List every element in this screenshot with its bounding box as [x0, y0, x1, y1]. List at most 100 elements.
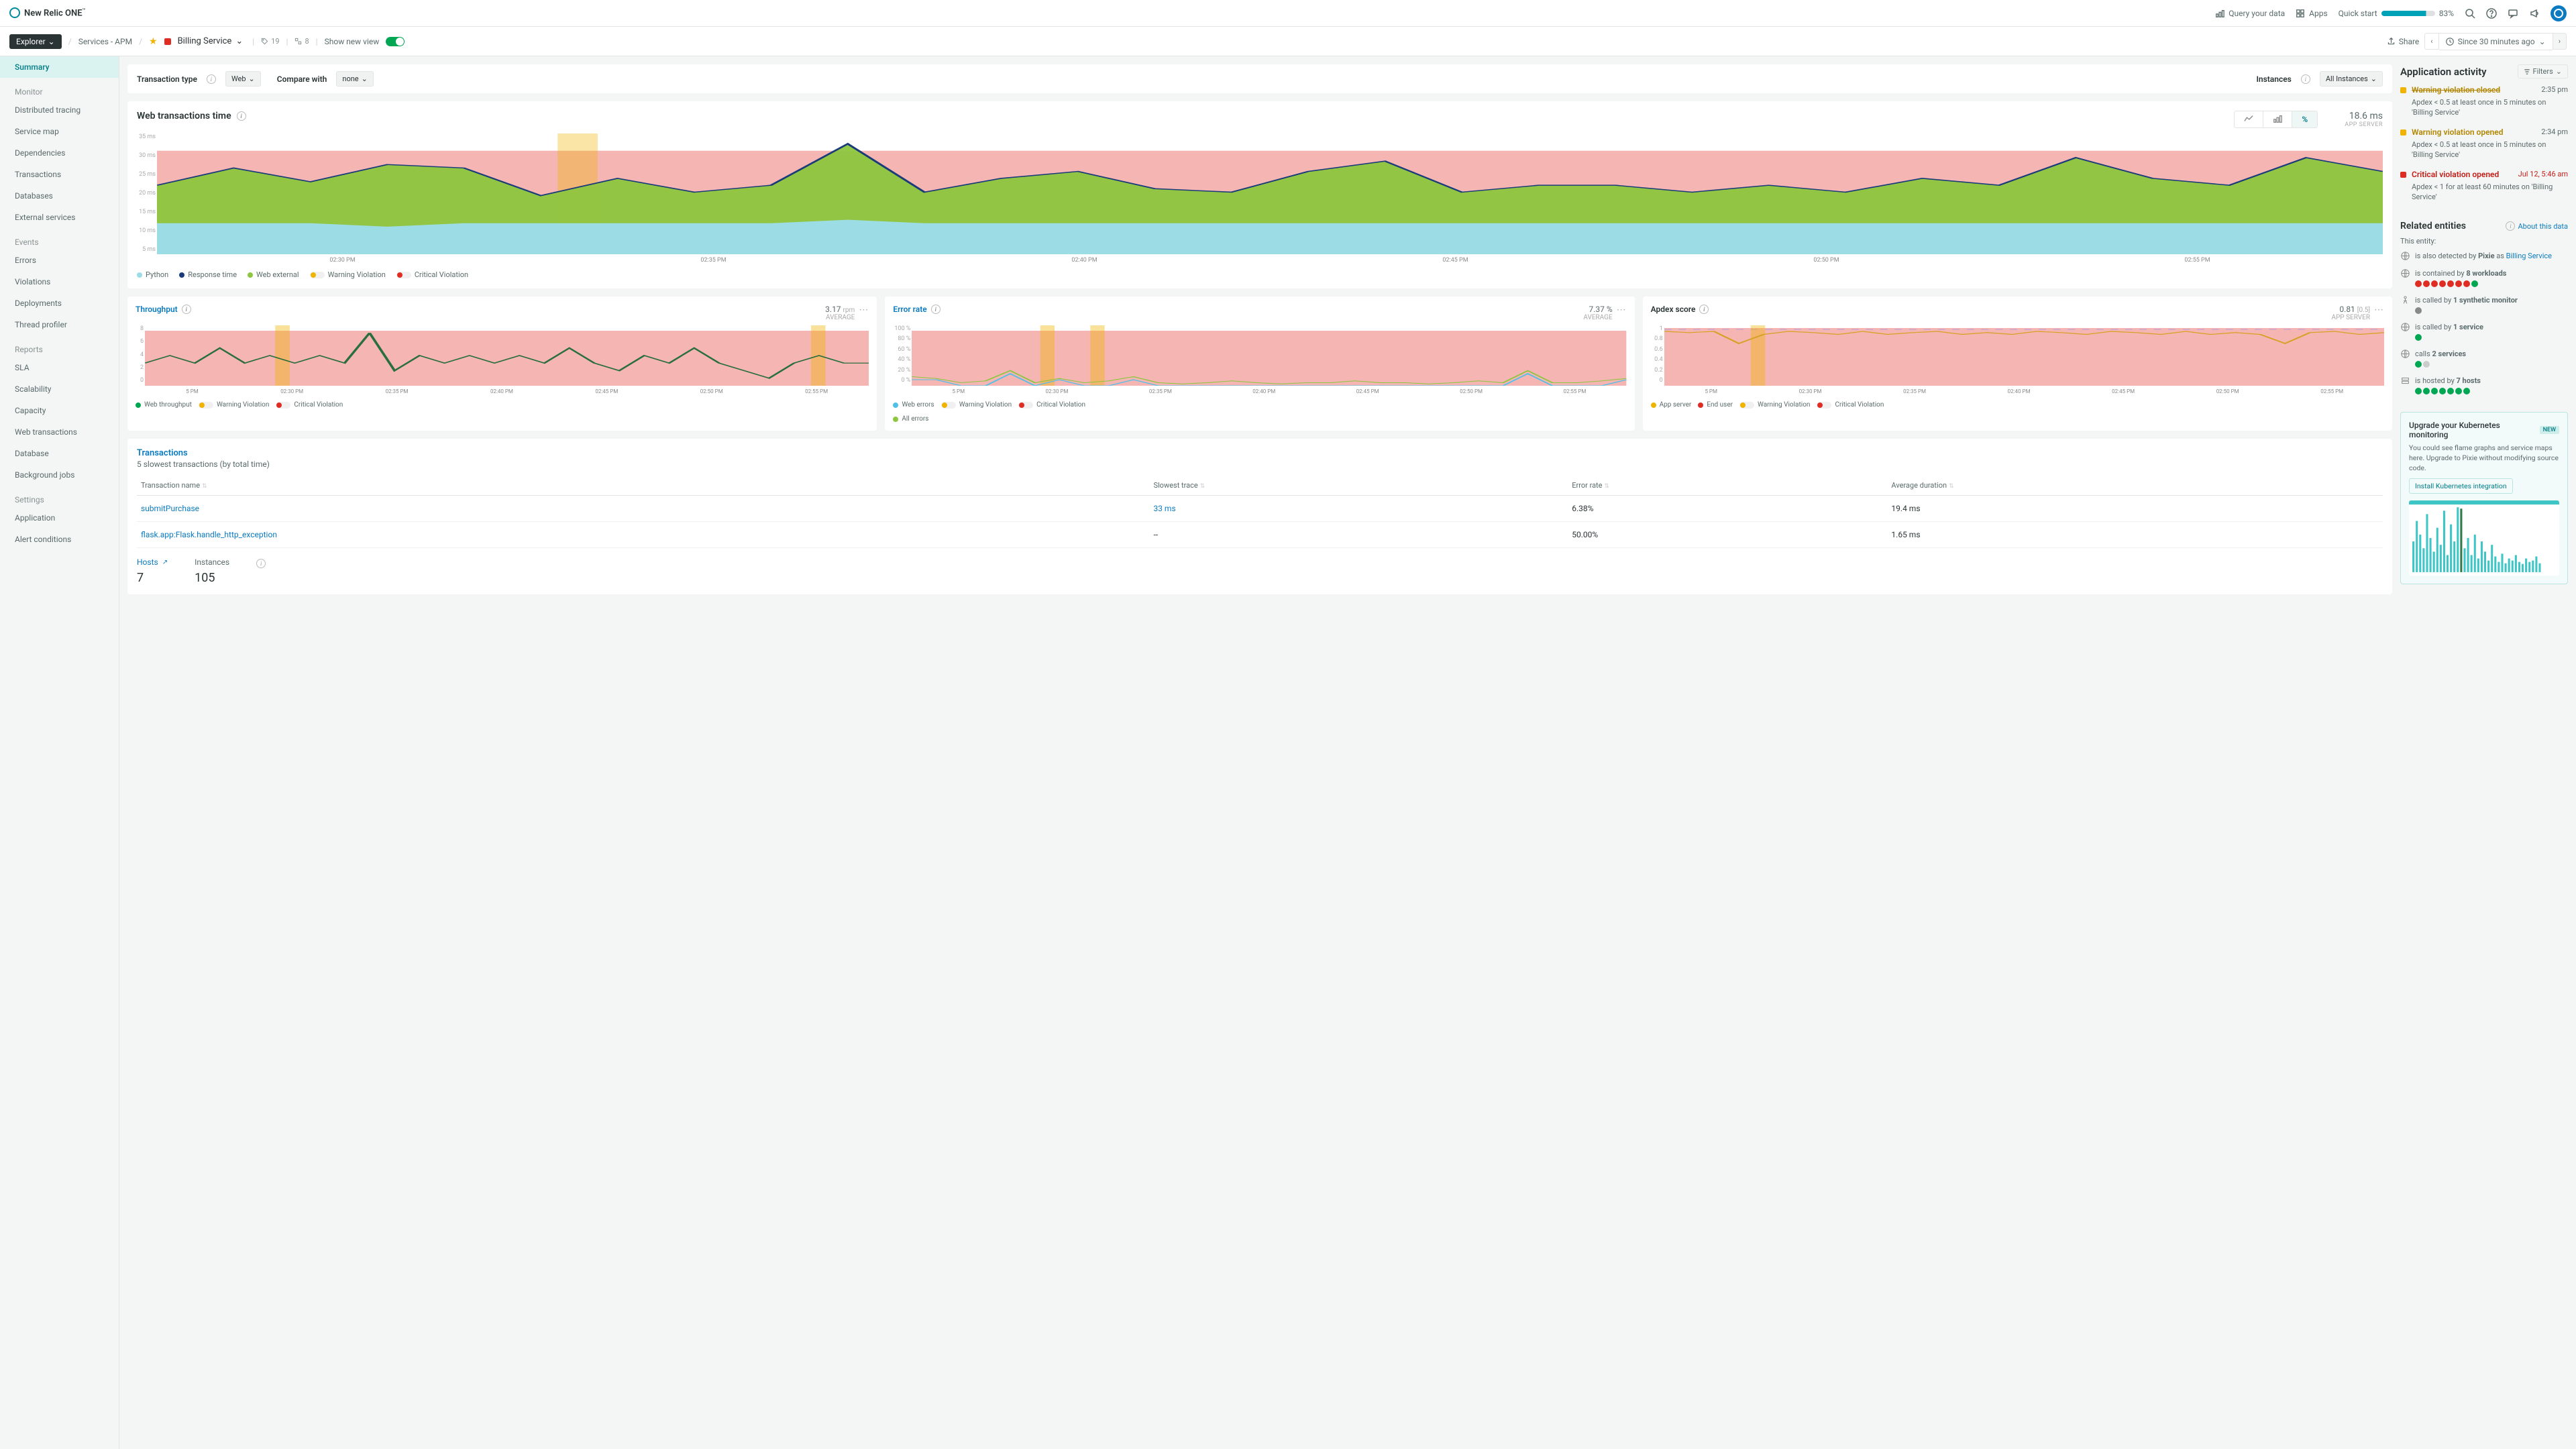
compare-dropdown[interactable]: none ⌄ [336, 71, 373, 87]
chart-legend: Python Response time Web external Warnin… [137, 270, 2383, 279]
chart-view-percent[interactable]: % [2292, 111, 2317, 127]
col-name[interactable]: Transaction name⇅ [137, 476, 1149, 496]
sidebar-item-dependencies[interactable]: Dependencies [0, 142, 119, 164]
chevron-down-icon: ⌄ [362, 74, 368, 83]
upgrade-panel: Upgrade your Kubernetes monitoring NEW Y… [2400, 412, 2568, 584]
trace-count[interactable]: 19 [261, 37, 279, 46]
entity-count[interactable]: 8 [294, 37, 309, 46]
related-calls[interactable]: calls 2 services [2400, 349, 2568, 368]
instances-dropdown[interactable]: All Instances ⌄ [2320, 71, 2383, 87]
col-error[interactable]: Error rate⇅ [1568, 476, 1887, 496]
transaction-type-dropdown[interactable]: Web ⌄ [225, 71, 261, 87]
card-menu[interactable]: ⋯ [859, 305, 869, 315]
info-icon[interactable]: i [256, 559, 266, 568]
globe-icon [2400, 322, 2410, 331]
sidebar-item-background-jobs[interactable]: Background jobs [0, 464, 119, 486]
table-row[interactable]: submitPurchase 33 ms 6.38% 19.4 ms [137, 496, 2383, 522]
sidebar-item-errors[interactable]: Errors [0, 250, 119, 271]
time-range-dropdown[interactable]: Since 30 minutes ago ⌄ [2439, 33, 2553, 50]
hosts-stat[interactable]: Hosts↗ 7 [137, 557, 168, 585]
info-icon[interactable]: i [2301, 74, 2310, 84]
related-service[interactable]: is called by 1 service [2400, 322, 2568, 341]
activity-panel: Application activity Filters ⌄ Warning v… [2400, 64, 2568, 211]
share-icon [2387, 37, 2396, 46]
sidebar-item-application[interactable]: Application [0, 507, 119, 529]
time-next-button[interactable]: › [2553, 33, 2567, 50]
chart-view-bar[interactable] [2263, 111, 2292, 127]
error-rate-card: Error ratei 7.37 %AVERAGE ⋯ 100 %80 %60 … [885, 297, 1634, 431]
sidebar-header-monitor: Monitor [0, 78, 119, 99]
logo-icon [9, 7, 20, 18]
throughput-chart[interactable]: 86420 5 PM02:30 PM02:35 PM02:40 PM02:45 … [136, 325, 869, 394]
related-hosts[interactable]: is hosted by 7 hosts [2400, 376, 2568, 394]
col-duration[interactable]: Average duration⇅ [1887, 476, 2383, 496]
about-data-link[interactable]: i About this data [2506, 221, 2568, 231]
info-icon[interactable]: i [931, 305, 941, 314]
help-icon[interactable] [2486, 8, 2497, 19]
web-transactions-card: Web transactions time i % [127, 101, 2392, 288]
sidebar-item-alert-conditions[interactable]: Alert conditions [0, 529, 119, 550]
card-menu[interactable]: ⋯ [2374, 305, 2384, 315]
error-rate-chart[interactable]: 100 %80 %60 %40 %20 %0 % 5 PM02:30 PM02:… [893, 325, 1626, 394]
sidebar-item-distributed-tracing[interactable]: Distributed tracing [0, 99, 119, 121]
activity-item[interactable]: Critical violation opened Jul 12, 5:46 a… [2400, 170, 2568, 203]
sidebar-item-service-map[interactable]: Service map [0, 121, 119, 142]
filters-button[interactable]: Filters ⌄ [2518, 64, 2569, 78]
sidebar-item-databases[interactable]: Databases [0, 185, 119, 207]
user-avatar[interactable] [2551, 5, 2567, 21]
chevron-down-icon: ⌄ [2539, 37, 2546, 46]
chart-view-line[interactable] [2235, 111, 2263, 127]
info-icon[interactable]: i [207, 74, 216, 84]
transactions-title[interactable]: Transactions [137, 448, 2383, 458]
info-icon[interactable]: i [182, 305, 191, 314]
sidebar-header-reports: Reports [0, 335, 119, 357]
info-icon[interactable]: i [237, 111, 246, 121]
sidebar-header-events: Events [0, 228, 119, 250]
breadcrumb-current[interactable]: Billing Service ⌄ [178, 36, 244, 46]
sidebar-item-web-transactions[interactable]: Web transactions [0, 421, 119, 443]
sidebar-item-deployments[interactable]: Deployments [0, 292, 119, 314]
search-icon[interactable] [2465, 8, 2475, 19]
upgrade-preview-image [2409, 500, 2559, 576]
install-kubernetes-button[interactable]: Install Kubernetes integration [2409, 478, 2513, 494]
sidebar-item-summary[interactable]: Summary [0, 56, 119, 78]
card-menu[interactable]: ⋯ [1617, 305, 1627, 315]
tag-icon [261, 38, 268, 45]
compare-label: Compare with [277, 74, 327, 84]
star-icon[interactable]: ★ [149, 36, 158, 47]
related-synthetic[interactable]: is called by 1 synthetic monitor [2400, 295, 2568, 314]
query-data-link[interactable]: Query your data [2215, 9, 2285, 18]
boxes-icon [294, 38, 302, 45]
activity-item[interactable]: Warning violation opened 2:34 pm Apdex <… [2400, 127, 2568, 160]
feedback-icon[interactable] [2508, 8, 2518, 19]
instances-stat: Instances 105 [195, 557, 229, 585]
quickstart[interactable]: Quick start 83% [2339, 9, 2454, 18]
table-row[interactable]: flask.app:Flask.handle_http_exception --… [137, 522, 2383, 548]
time-prev-button[interactable]: ‹ [2424, 33, 2438, 50]
col-trace[interactable]: Slowest trace⇅ [1149, 476, 1568, 496]
time-range-selector: ‹ Since 30 minutes ago ⌄ › [2424, 33, 2567, 50]
show-new-toggle[interactable] [386, 37, 405, 46]
sidebar-item-database[interactable]: Database [0, 443, 119, 464]
info-icon[interactable]: i [1699, 305, 1709, 314]
web-transactions-chart[interactable]: 35 ms 30 ms 25 ms 20 ms 15 ms 10 ms 5 ms… [137, 133, 2383, 264]
sidebar-item-sla[interactable]: SLA [0, 357, 119, 378]
sidebar-item-transactions[interactable]: Transactions [0, 164, 119, 185]
explorer-dropdown[interactable]: Explorer ⌄ [9, 34, 62, 49]
sidebar-item-scalability[interactable]: Scalability [0, 378, 119, 400]
sidebar-item-external-services[interactable]: External services [0, 207, 119, 228]
activity-item[interactable]: Warning violation closed 2:35 pm Apdex <… [2400, 85, 2568, 118]
sidebar-item-thread-profiler[interactable]: Thread profiler [0, 314, 119, 335]
chevron-down-icon: ⌄ [48, 37, 55, 46]
brand-logo[interactable]: New Relic ONE™ [9, 7, 86, 18]
sidebar-item-violations[interactable]: Violations [0, 271, 119, 292]
announce-icon[interactable] [2529, 8, 2540, 19]
sidebar-item-capacity[interactable]: Capacity [0, 400, 119, 421]
apdex-chart[interactable]: 10.80.60.40.20 5 PM02:30 PM02:35 PM02:40… [1651, 325, 2384, 394]
related-pixie[interactable]: is also detected by Pixie as Billing Ser… [2400, 251, 2568, 260]
breadcrumb-services[interactable]: Services - APM [78, 37, 132, 46]
share-button[interactable]: Share [2387, 37, 2420, 46]
apps-link[interactable]: Apps [2296, 9, 2328, 18]
warn-badge [2400, 129, 2406, 136]
related-workloads[interactable]: is contained by 8 workloads [2400, 268, 2568, 287]
